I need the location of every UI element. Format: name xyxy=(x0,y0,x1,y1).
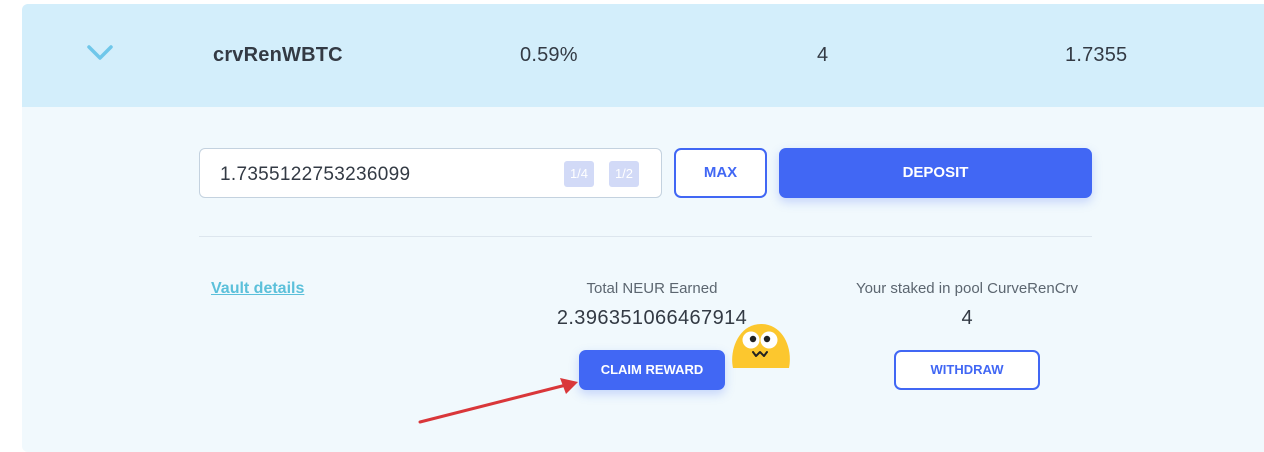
vault-card: crvRenWBTC 0.59% 4 1.7355 1.735512275323… xyxy=(22,4,1264,452)
max-button[interactable]: MAX xyxy=(674,148,767,198)
claim-reward-button[interactable]: CLAIM REWARD xyxy=(579,350,725,390)
chevron-down-icon[interactable] xyxy=(86,44,114,62)
earned-label: Total NEUR Earned xyxy=(586,280,718,297)
pool-balance: 1.7355 xyxy=(1065,44,1128,66)
deposit-button[interactable]: DEPOSIT xyxy=(779,148,1092,198)
withdraw-button[interactable]: WITHDRAW xyxy=(894,350,1040,390)
section-divider xyxy=(199,236,1092,237)
staked-label: Your staked in pool CurveRenCrv xyxy=(855,280,1079,297)
deposit-amount-value[interactable]: 1.7355122753236099 xyxy=(220,164,410,186)
annotation-arrow-icon xyxy=(418,378,578,424)
half-amount-button[interactable]: 1/2 xyxy=(609,161,639,187)
quarter-amount-button[interactable]: 1/4 xyxy=(564,161,594,187)
vault-details-link[interactable]: Vault details xyxy=(211,280,304,298)
pool-apy: 0.59% xyxy=(520,44,578,66)
deposit-amount-input[interactable]: 1.7355122753236099 1/4 1/2 xyxy=(199,148,662,198)
surprised-emoji-icon xyxy=(732,324,790,368)
pool-row-header[interactable]: crvRenWBTC 0.59% 4 1.7355 xyxy=(22,4,1264,107)
pool-staked: 4 xyxy=(817,44,829,66)
pool-name: crvRenWBTC xyxy=(213,44,343,66)
staked-value: 4 xyxy=(961,307,973,329)
